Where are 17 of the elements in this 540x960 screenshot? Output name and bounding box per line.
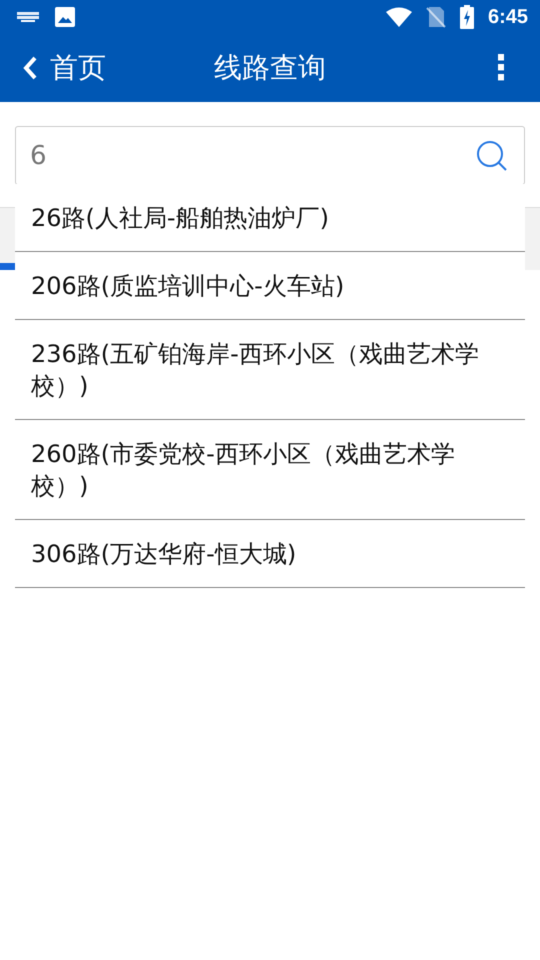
image-icon <box>54 6 76 28</box>
search-text: 6 <box>30 140 48 170</box>
keyboard-icon <box>16 10 40 24</box>
suggestion-item[interactable]: 206路(质监培训中心-火车站) <box>15 252 525 320</box>
clock: 6:45 <box>488 6 528 28</box>
suggestion-item[interactable]: 236路(五矿铂海岸-西环小区（戏曲艺术学校）) <box>15 320 525 420</box>
chevron-left-icon <box>22 55 38 81</box>
battery-charging-icon <box>460 5 474 29</box>
suggestion-item[interactable]: 260路(市委党校-西环小区（戏曲艺术学校）) <box>15 420 525 520</box>
no-sim-icon <box>426 6 446 28</box>
back-button[interactable]: 首页 <box>0 49 106 87</box>
more-menu-button[interactable]: ⋮ <box>462 48 540 88</box>
wifi-icon <box>386 7 412 27</box>
screen-title: 线路查询 <box>214 50 326 86</box>
suggestion-item[interactable]: 306路(万达华府-恒大城) <box>15 520 525 588</box>
suggestion-item[interactable]: 26路(人社局-船舶热油炉厂) <box>15 184 525 252</box>
search-icon <box>476 140 508 172</box>
